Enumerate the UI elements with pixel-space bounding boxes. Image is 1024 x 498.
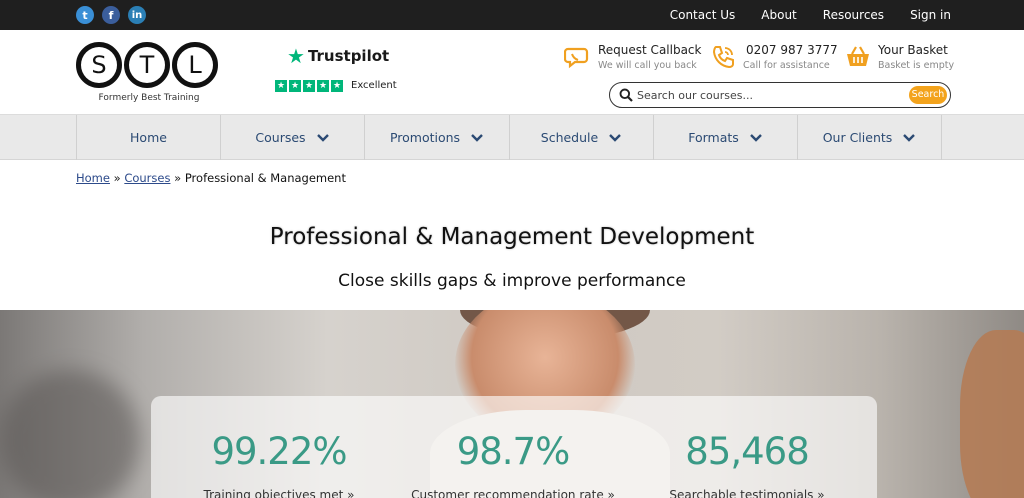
search-bar: Search (609, 82, 951, 108)
breadcrumb-home-link[interactable]: Home (76, 171, 110, 185)
callback-bubble-icon (564, 47, 589, 69)
stl-logo[interactable]: S T L (76, 42, 222, 88)
nav-label: Promotions (389, 130, 461, 145)
star-icon: ★ (317, 80, 329, 92)
stat-label: Searchable testimonials » (669, 488, 825, 498)
trustpilot-stars: ★ ★ ★ ★ ★ (275, 80, 343, 92)
breadcrumb-current: Professional & Management (184, 171, 346, 185)
phone-contact[interactable]: 0207 987 3777 Call for assistance (710, 42, 838, 76)
request-callback[interactable]: Request Callback We will call you back (564, 42, 702, 76)
chevron-down-icon (749, 133, 762, 142)
contact-us-link[interactable]: Contact Us (670, 8, 736, 22)
phone-icon (712, 46, 734, 69)
main-nav: Home Courses Promotions Schedule Formats… (0, 114, 1024, 160)
nav-label: Our Clients (822, 130, 893, 145)
nav-label: Schedule (540, 130, 599, 145)
resources-link[interactable]: Resources (823, 8, 884, 22)
sign-in-link[interactable]: Sign in (910, 8, 951, 22)
stat-value: 98.7% (456, 430, 571, 473)
nav-item-formats[interactable]: Formats (653, 115, 797, 160)
breadcrumb-separator: » (174, 171, 182, 185)
nav-item-courses[interactable]: Courses (220, 115, 364, 160)
search-button[interactable]: Search (909, 86, 947, 104)
nav-item-our-clients[interactable]: Our Clients (797, 115, 942, 160)
chevron-down-icon (609, 133, 622, 142)
breadcrumb-courses-link[interactable]: Courses (124, 171, 170, 185)
search-input[interactable] (637, 86, 907, 104)
about-link[interactable]: About (761, 8, 796, 22)
star-icon: ★ (275, 80, 287, 92)
logo-tagline: Formerly Best Training (98, 93, 200, 103)
facebook-icon[interactable]: f (102, 6, 120, 24)
top-links: Contact Us About Resources Sign in (670, 8, 951, 22)
trustpilot-brand[interactable]: ★ Trustpilot (287, 46, 389, 66)
basket-title: Your Basket (878, 43, 948, 57)
nav-label: Formats (688, 130, 739, 145)
phone-number: 0207 987 3777 (746, 43, 838, 57)
nav-item-schedule[interactable]: Schedule (509, 115, 653, 160)
chevron-down-icon (471, 133, 483, 142)
basket-status: Basket is empty (878, 60, 955, 71)
logo-letter: L (177, 47, 213, 83)
basket-icon (847, 46, 869, 66)
chevron-down-icon (903, 133, 916, 142)
hero-banner: 99.22% Training objectives met » 98.7% C… (0, 310, 1024, 498)
stat-value: 99.22% (211, 430, 347, 473)
stat-label: Customer recommendation rate » (411, 488, 615, 498)
site-header: S T L Formerly Best Training ★ Trustpilo… (0, 30, 1024, 114)
hero-photo-side (960, 330, 1024, 498)
hero-photo-shadow (0, 370, 140, 498)
basket[interactable]: Your Basket Basket is empty (845, 42, 955, 76)
star-icon: ★ (303, 80, 315, 92)
callback-title: Request Callback (598, 43, 702, 57)
logo-letter: T (129, 47, 165, 83)
breadcrumb: Home » Courses » Professional & Manageme… (76, 171, 346, 185)
trustpilot-star-icon: ★ (287, 44, 305, 68)
top-bar: t f in Contact Us About Resources Sign i… (0, 0, 1024, 30)
nav-label: Home (130, 130, 167, 145)
logo-letter: S (81, 47, 117, 83)
trustpilot-name: Trustpilot (307, 47, 390, 65)
trustpilot-rating: Excellent (351, 80, 397, 91)
breadcrumb-separator: » (113, 171, 121, 185)
phone-sub: Call for assistance (743, 60, 830, 71)
stat-value: 85,468 (685, 430, 809, 473)
stat-label: Training objectives met » (203, 488, 355, 498)
nav-label: Courses (255, 130, 306, 145)
star-icon: ★ (289, 80, 301, 92)
nav-item-promotions[interactable]: Promotions (364, 115, 509, 160)
page-subtitle: Close skills gaps & improve performance (338, 271, 686, 291)
page-title: Professional & Management Development (269, 224, 755, 250)
twitter-icon[interactable]: t (76, 6, 94, 24)
linkedin-icon[interactable]: in (128, 6, 146, 24)
callback-sub: We will call you back (598, 60, 697, 71)
star-icon: ★ (331, 80, 343, 92)
search-icon (619, 88, 633, 102)
chevron-down-icon (316, 133, 329, 142)
nav-item-home[interactable]: Home (76, 115, 220, 160)
stats-panel: 99.22% Training objectives met » 98.7% C… (151, 396, 877, 498)
